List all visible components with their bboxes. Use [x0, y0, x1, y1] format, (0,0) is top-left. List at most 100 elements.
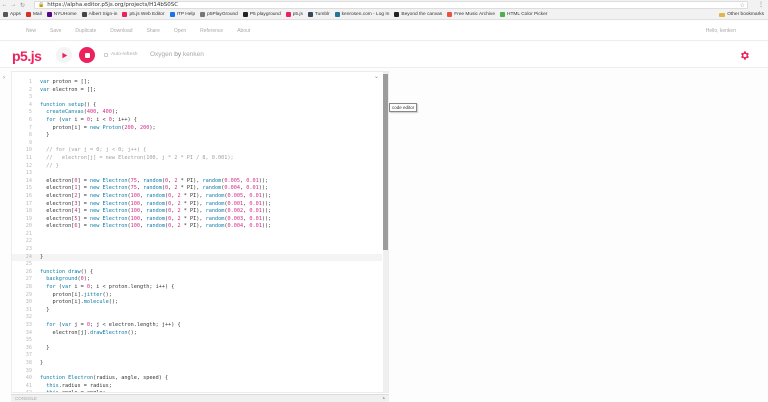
code-line[interactable]: 17 electron[3] = new Electron(100, rando…	[12, 201, 382, 209]
code-line[interactable]: 28 for (var i = 0; i < proton.length; i+…	[12, 284, 382, 292]
code-line[interactable]: 6 for (var i = 0; i < 0; i++) {	[12, 117, 382, 125]
bookmark-item[interactable]: kenrosen.com - Log In	[334, 12, 389, 17]
bookmark-item[interactable]: p5.js Web Editor	[122, 12, 165, 17]
code-line[interactable]: 15 electron[1] = new Electron(75, random…	[12, 185, 382, 193]
stop-button[interactable]	[79, 47, 95, 63]
code-line[interactable]: 4 function setup() {	[12, 102, 382, 110]
code-line[interactable]: 31 }	[12, 307, 382, 315]
bookmark-item[interactable]: NYUHome	[46, 12, 77, 17]
sketch-title[interactable]: Oxygen by kenken	[150, 51, 204, 58]
bookmark-label: Tumblr	[314, 12, 330, 17]
bookmark-item[interactable]: Albert Sign-in	[81, 12, 117, 17]
code-line[interactable]: 7 proton[i] = new Proton(200, 200);	[12, 125, 382, 133]
bookmark-item[interactable]: Tumblr	[307, 12, 330, 17]
code-line[interactable]: 40 function Electron(radius, angle, speed…	[12, 375, 382, 383]
code-line[interactable]: 42 this.angle = angle;	[12, 390, 382, 392]
code-line[interactable]: 1 var proton = [];	[12, 79, 382, 87]
code-line[interactable]: 10 // for (var j = 0; j < 0; j++) {	[12, 147, 382, 155]
menu-item-download[interactable]: Download	[110, 28, 132, 34]
bookmark-item[interactable]: Mail	[25, 12, 42, 17]
code-line[interactable]: 19 electron[5] = new Electron(100, rando…	[12, 216, 382, 224]
itp-icon	[169, 12, 175, 17]
play-button[interactable]	[56, 47, 72, 63]
other-bookmarks[interactable]: Other bookmarks	[719, 12, 764, 17]
code-text: this.radius = radius;	[46, 382, 112, 389]
code-line[interactable]: 33 for (var j = 0; j < electron.length; …	[12, 322, 382, 330]
line-number: 27	[25, 276, 32, 283]
autorefresh-toggle[interactable]: Auto-refresh	[104, 52, 137, 57]
editor-scrollbar[interactable]	[383, 72, 388, 392]
menu-item-share[interactable]: Share	[147, 28, 160, 34]
console-bar[interactable]: CONSOLE ▴	[11, 394, 389, 402]
autorefresh-checkbox[interactable]	[104, 52, 108, 57]
reload-icon[interactable]: ↻	[18, 1, 27, 10]
code-line[interactable]: 9	[12, 140, 382, 148]
code-line[interactable]: 16 electron[2] = new Electron(100, rando…	[12, 193, 382, 201]
bookmark-item[interactable]: ITP Help	[169, 12, 196, 17]
code-line[interactable]: 41 this.radius = radius;	[12, 383, 382, 391]
code-line[interactable]: 38}	[12, 360, 382, 368]
code-text: // }	[46, 162, 59, 169]
menu-item-save[interactable]: Save	[50, 28, 61, 34]
code-line[interactable]: 13	[12, 170, 382, 178]
star-icon[interactable]: ☆	[740, 2, 745, 9]
code-area[interactable]: 1 var proton = []; 2 var electron = []; 3 4 fu…	[12, 79, 382, 392]
code-line[interactable]: 14 electron[0] = new Electron(75, random…	[12, 178, 382, 186]
code-line[interactable]: 34 electron[j].drawElectron();	[12, 330, 382, 338]
bookmark-item[interactable]: p5PlayGround	[200, 12, 238, 17]
code-line[interactable]: 29 proton[i].jitter();	[12, 292, 382, 300]
bookmark-item[interactable]: Apps	[3, 12, 21, 17]
code-line[interactable]: 26 function draw() {	[12, 269, 382, 277]
chrome-menu-icon[interactable]: ⋮	[758, 1, 764, 8]
bookmark-item[interactable]: p5.js	[285, 12, 303, 17]
author-name: kenken	[182, 51, 204, 58]
forward-icon[interactable]: →	[9, 1, 18, 10]
code-line[interactable]: 30 proton[i].molecule();	[12, 299, 382, 307]
code-line[interactable]: 8 }	[12, 132, 382, 140]
code-text: electron[3] = new Electron(100, random(0…	[40, 200, 272, 207]
code-text: }	[40, 344, 50, 351]
menu-item-new[interactable]: New	[26, 28, 36, 34]
code-line[interactable]: 27 background(0);	[12, 276, 382, 284]
bookmark-item[interactable]: Beyond the canvas	[394, 12, 442, 17]
code-line[interactable]: 24}	[12, 253, 382, 262]
code-line[interactable]: 35	[12, 337, 382, 345]
autorefresh-label: Auto-refresh	[111, 52, 138, 57]
code-line[interactable]: 18 electron[4] = new Electron(100, rando…	[12, 208, 382, 216]
code-line[interactable]: 32	[12, 314, 382, 322]
scrollbar-thumb[interactable]	[383, 74, 388, 250]
menu-item-duplicate[interactable]: Duplicate	[75, 28, 96, 34]
code-line[interactable]: 23	[12, 246, 382, 254]
bookmark-item[interactable]: HTML Color Picker	[500, 12, 547, 17]
code-line[interactable]: 5 createCanvas(400, 400);	[12, 109, 382, 117]
line-number: 41	[25, 382, 32, 389]
code-editor[interactable]: 1 var proton = []; 2 var electron = []; 3 4 fu…	[11, 71, 389, 393]
code-line[interactable]: 25	[12, 261, 382, 269]
settings-button[interactable]	[738, 49, 750, 61]
code-line[interactable]: 36 }	[12, 345, 382, 353]
user-greeting[interactable]: Hello, kenken	[706, 28, 736, 34]
code-line[interactable]: 11 // electron[j] = new Electron(100, j …	[12, 155, 382, 163]
code-line[interactable]: 12 // }	[12, 163, 382, 171]
line-number: 28	[25, 284, 32, 291]
code-line[interactable]: 22	[12, 238, 382, 246]
back-icon[interactable]: ←	[0, 1, 9, 10]
menu-item-open[interactable]: Open	[174, 28, 186, 34]
line-number: 5	[28, 109, 32, 116]
bookmark-item[interactable]: Free Music Archive	[447, 12, 495, 17]
code-line[interactable]: 3	[12, 94, 382, 102]
code-line[interactable]: 2 var electron = [];	[12, 87, 382, 95]
code-line[interactable]: 37	[12, 352, 382, 360]
menu-item-about[interactable]: About	[237, 28, 250, 34]
bookmark-label: ITP Help	[176, 12, 196, 17]
chevron-down-icon[interactable]: ⌄	[374, 73, 379, 80]
code-line[interactable]: 39	[12, 368, 382, 376]
code-line[interactable]: 20 electron[6] = new Electron(100, rando…	[12, 223, 382, 231]
address-bar[interactable]: 🔒 https://alpha.editor.p5js.org/projects…	[34, 1, 748, 9]
expand-console-icon[interactable]: ▴	[382, 395, 385, 401]
code-line[interactable]: 21	[12, 231, 382, 239]
bookmark-item[interactable]: P5 playground	[242, 12, 281, 17]
menu-item-reference[interactable]: Reference	[200, 28, 223, 34]
sidebar-expand-icon[interactable]: ›	[3, 75, 5, 81]
